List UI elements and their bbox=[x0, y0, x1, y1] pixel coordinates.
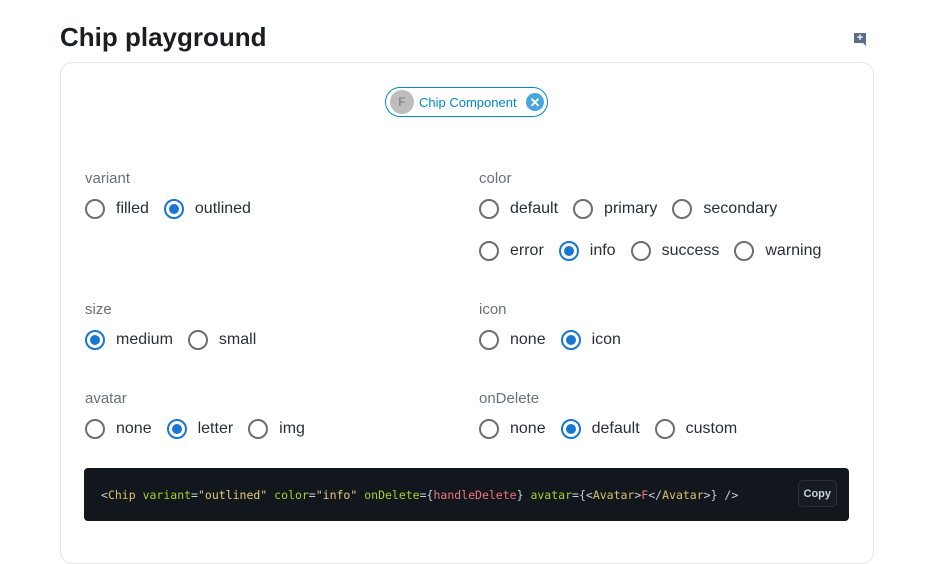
radio-label: success bbox=[661, 242, 720, 259]
radio-button[interactable] bbox=[85, 419, 105, 439]
cancel-icon[interactable]: ✕ bbox=[526, 93, 544, 111]
radio-label: filled bbox=[116, 200, 149, 217]
radio-label: letter bbox=[197, 420, 234, 437]
radio-group-icon: icon none icon bbox=[479, 301, 636, 370]
radio-size-small[interactable]: small bbox=[187, 330, 257, 350]
radio-color-info[interactable]: info bbox=[558, 241, 616, 261]
chip-label: Chip Component bbox=[419, 94, 517, 110]
radio-button[interactable] bbox=[654, 419, 675, 439]
radio-variant-filled[interactable]: filled bbox=[85, 199, 149, 219]
radio-button[interactable] bbox=[85, 330, 105, 350]
radio-color-error[interactable]: error bbox=[479, 241, 544, 261]
code-snippet: < Chip variant = "outlined" color = "info" on… bbox=[84, 468, 849, 521]
radio-ondelete-default[interactable]: default bbox=[560, 419, 640, 439]
add-comment-icon[interactable]: + bbox=[854, 33, 866, 46]
radio-group-color: color default primary secondary error info suc… bbox=[479, 170, 836, 281]
radio-color-primary[interactable]: primary bbox=[573, 199, 657, 219]
radio-button[interactable] bbox=[630, 241, 651, 261]
radio-variant-outlined[interactable]: outlined bbox=[163, 199, 251, 219]
radio-label: error bbox=[510, 242, 544, 259]
radio-label: none bbox=[510, 420, 546, 437]
page-title: Chip playground bbox=[60, 22, 267, 52]
radio-avatar-letter[interactable]: letter bbox=[166, 419, 234, 439]
radio-label: warning bbox=[765, 242, 822, 259]
radio-button[interactable] bbox=[163, 199, 184, 219]
radio-label: none bbox=[510, 331, 546, 348]
chip-avatar: F bbox=[390, 90, 414, 114]
radio-label: medium bbox=[116, 331, 173, 348]
radio-button[interactable] bbox=[560, 419, 581, 439]
radio-label: default bbox=[591, 420, 640, 437]
radio-label: icon bbox=[591, 331, 621, 348]
radio-label: secondary bbox=[703, 200, 778, 217]
radio-button[interactable] bbox=[248, 419, 269, 439]
chip-preview[interactable]: F Chip Component ✕ bbox=[385, 87, 548, 117]
radio-avatar-img[interactable]: img bbox=[248, 419, 305, 439]
radio-ondelete-custom[interactable]: custom bbox=[654, 419, 738, 439]
radio-button[interactable] bbox=[479, 330, 499, 350]
radio-button[interactable] bbox=[672, 199, 693, 219]
radio-button[interactable] bbox=[85, 199, 105, 219]
radio-label: custom bbox=[685, 420, 738, 437]
radio-icon-none[interactable]: none bbox=[479, 330, 546, 350]
radio-group-variant: variant filled outlined bbox=[85, 170, 266, 239]
radio-color-warning[interactable]: warning bbox=[734, 241, 821, 261]
radio-label: small bbox=[218, 331, 257, 348]
copy-button[interactable]: Copy bbox=[797, 480, 837, 507]
group-label: onDelete bbox=[479, 390, 540, 407]
radio-label: default bbox=[510, 200, 559, 217]
group-label: avatar bbox=[85, 390, 127, 407]
radio-button[interactable] bbox=[558, 241, 579, 261]
radio-button[interactable] bbox=[573, 199, 594, 219]
radio-group-size: size medium small bbox=[85, 301, 271, 370]
radio-label: outlined bbox=[194, 200, 251, 217]
radio-button[interactable] bbox=[734, 241, 755, 261]
radio-button[interactable] bbox=[560, 330, 581, 350]
radio-color-secondary[interactable]: secondary bbox=[672, 199, 777, 219]
group-label: color bbox=[479, 170, 512, 187]
radio-button[interactable] bbox=[187, 330, 208, 350]
radio-button[interactable] bbox=[479, 419, 499, 439]
radio-color-success[interactable]: success bbox=[630, 241, 720, 261]
radio-label: img bbox=[279, 420, 305, 437]
radio-color-default[interactable]: default bbox=[479, 199, 558, 219]
radio-label: none bbox=[116, 420, 152, 437]
radio-size-medium[interactable]: medium bbox=[85, 330, 173, 350]
radio-group-ondelete: onDelete none default custom bbox=[479, 390, 752, 459]
radio-button[interactable] bbox=[479, 199, 499, 219]
radio-button[interactable] bbox=[479, 241, 499, 261]
radio-group-avatar: avatar none letter img bbox=[85, 390, 320, 459]
radio-icon-icon[interactable]: icon bbox=[560, 330, 621, 350]
group-label: icon bbox=[479, 301, 507, 318]
radio-label: info bbox=[589, 242, 616, 259]
radio-avatar-none[interactable]: none bbox=[85, 419, 152, 439]
radio-button[interactable] bbox=[166, 419, 187, 439]
group-label: variant bbox=[85, 170, 131, 187]
group-label: size bbox=[85, 301, 112, 318]
radio-ondelete-none[interactable]: none bbox=[479, 419, 546, 439]
radio-label: primary bbox=[604, 200, 658, 217]
